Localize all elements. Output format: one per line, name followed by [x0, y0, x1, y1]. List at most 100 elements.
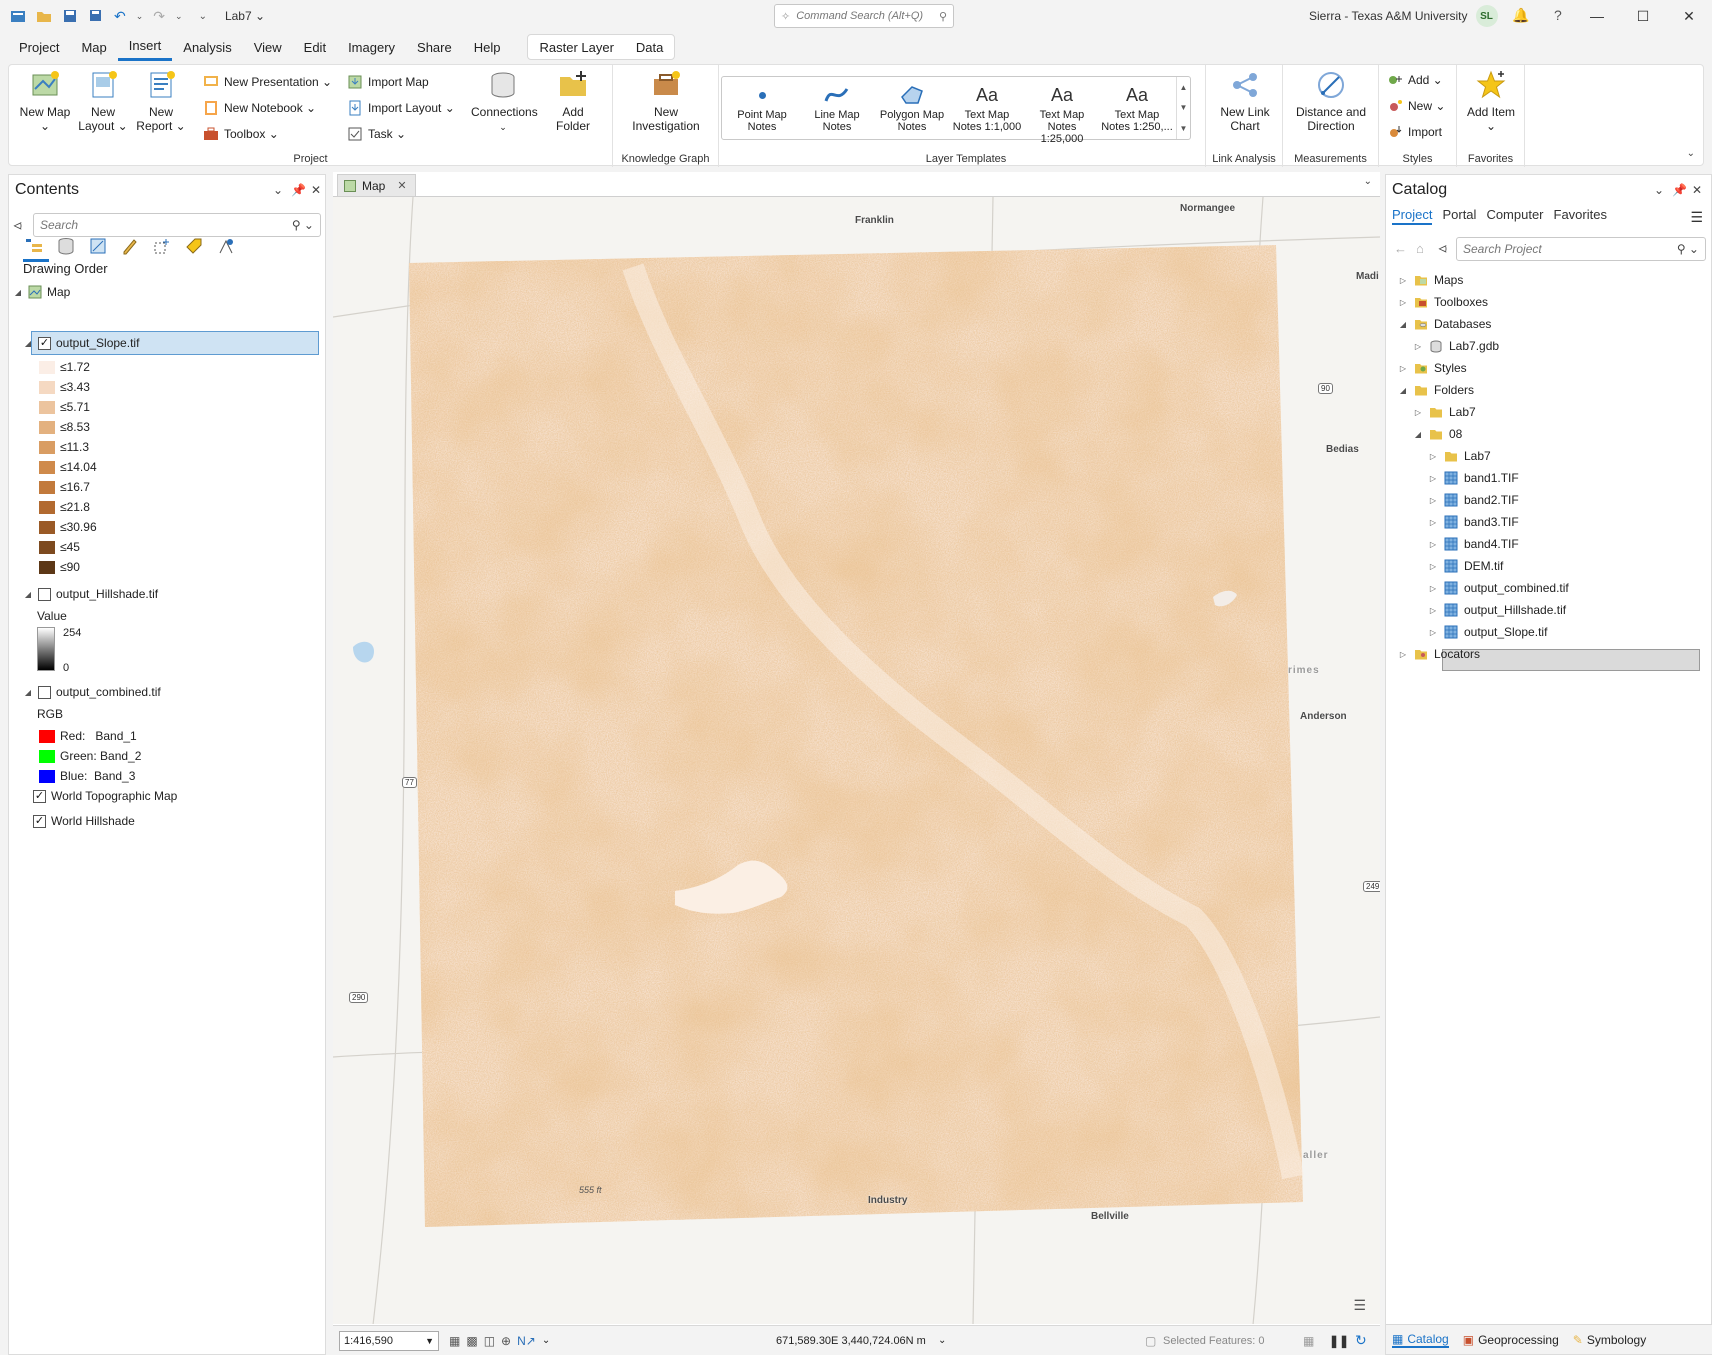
- slope-legend-item[interactable]: ≤3.43: [39, 380, 90, 394]
- list-by-labeling-icon[interactable]: [185, 237, 203, 255]
- pin-icon[interactable]: 📌: [291, 183, 306, 197]
- redo-dropdown-icon[interactable]: ⌄: [175, 11, 183, 22]
- pause-drawing-icon[interactable]: ❚❚: [1329, 1334, 1349, 1348]
- tab-help[interactable]: Help: [463, 32, 512, 62]
- refresh-pause-icon[interactable]: ▦: [1303, 1334, 1314, 1348]
- tab-analysis[interactable]: Analysis: [172, 32, 242, 62]
- catalog-item[interactable]: ▷ Lab7.gdb: [1413, 339, 1499, 353]
- catalog-item[interactable]: ▷ band2.TIF: [1428, 493, 1519, 507]
- expand-icon[interactable]: ▷: [1428, 452, 1438, 461]
- gallery-down-icon[interactable]: ▼: [1180, 103, 1188, 112]
- tab-catalog-favorites[interactable]: Favorites: [1554, 207, 1607, 225]
- expand-icon[interactable]: ▷: [1413, 342, 1423, 351]
- rgb-band-item[interactable]: Red: Band_1: [39, 729, 137, 743]
- tab-map[interactable]: Map: [70, 32, 117, 62]
- undo-dropdown-icon[interactable]: ⌄: [136, 11, 144, 22]
- map-node[interactable]: ◢ Map: [13, 285, 70, 299]
- style-add-button[interactable]: Add ⌄: [1387, 69, 1443, 91]
- catalog-item[interactable]: ◢ Databases: [1398, 317, 1491, 331]
- snapping-icon[interactable]: ◫: [484, 1334, 495, 1348]
- close-window-icon[interactable]: ✕: [1666, 0, 1712, 32]
- style-import-button[interactable]: Import: [1387, 121, 1442, 143]
- slope-legend-item[interactable]: ≤5.71: [39, 400, 90, 414]
- constraint-icon[interactable]: ⊕: [501, 1334, 511, 1348]
- catalog-item[interactable]: ▷ output_combined.tif: [1428, 581, 1569, 595]
- expand-icon[interactable]: ▷: [1428, 496, 1438, 505]
- maximize-icon[interactable]: ☐: [1620, 0, 1666, 32]
- view-options-icon[interactable]: ⌄: [1364, 176, 1372, 187]
- catalog-item[interactable]: ▷ Lab7: [1428, 449, 1491, 463]
- layer-output-slope[interactable]: ◢ ✓ output_Slope.tif: [23, 336, 139, 350]
- close-pane-icon[interactable]: ✕: [311, 183, 321, 197]
- scale-selector[interactable]: 1:416,590 ▼: [339, 1330, 439, 1351]
- polygon-map-notes-template[interactable]: Polygon Map Notes: [876, 81, 948, 133]
- catalog-item[interactable]: ▷ band4.TIF: [1428, 537, 1519, 551]
- catalog-item[interactable]: ▷ band3.TIF: [1428, 515, 1519, 529]
- list-by-selection-icon[interactable]: [89, 237, 107, 255]
- tab-raster-layer[interactable]: Raster Layer: [528, 32, 624, 62]
- catalog-item[interactable]: ▷ Lab7: [1413, 405, 1476, 419]
- expand-icon[interactable]: ▷: [1398, 650, 1408, 659]
- expand-icon[interactable]: ▷: [1428, 474, 1438, 483]
- slope-legend-item[interactable]: ≤11.3: [39, 440, 89, 454]
- text-map-notes-1k-template[interactable]: Aa Text Map Notes 1:1,000: [951, 81, 1023, 133]
- distance-direction-button[interactable]: Distance and Direction: [1291, 69, 1371, 133]
- new-link-chart-button[interactable]: New Link Chart: [1214, 69, 1276, 133]
- text-map-notes-250k-template[interactable]: Aa Text Map Notes 1:250,...: [1101, 81, 1173, 133]
- collapse-icon[interactable]: ◢: [1398, 320, 1408, 329]
- expand-icon[interactable]: ▷: [1398, 298, 1408, 307]
- catalog-item[interactable]: ▷ Maps: [1398, 273, 1463, 287]
- tab-catalog-portal[interactable]: Portal: [1442, 207, 1476, 225]
- status-options-icon[interactable]: ⌄: [542, 1335, 550, 1346]
- new-investigation-button[interactable]: New Investigation: [621, 69, 711, 133]
- expand-icon[interactable]: ▷: [1413, 408, 1423, 417]
- close-tab-icon[interactable]: ✕: [397, 179, 406, 192]
- catalog-menu-icon[interactable]: ☰: [1690, 209, 1703, 226]
- layer-visibility-checkbox[interactable]: ✓: [33, 814, 46, 828]
- list-by-editing-icon[interactable]: [121, 237, 139, 255]
- tab-edit[interactable]: Edit: [293, 32, 337, 62]
- avatar[interactable]: SL: [1475, 5, 1498, 27]
- toolbox-button[interactable]: Toolbox ⌄: [203, 123, 279, 145]
- catalog-item[interactable]: ▷ Styles: [1398, 361, 1467, 375]
- new-report-button[interactable]: New Report ⌄: [133, 69, 189, 133]
- user-account[interactable]: Sierra - Texas A&M University SL: [1309, 0, 1498, 32]
- save-as-icon[interactable]: [88, 8, 104, 24]
- minimize-icon[interactable]: —: [1574, 0, 1620, 32]
- rgb-band-item[interactable]: Blue: Band_3: [39, 769, 135, 783]
- connections-button[interactable]: Connections ⌄: [471, 69, 538, 134]
- expand-icon[interactable]: ▷: [1428, 628, 1438, 637]
- close-pane-icon[interactable]: ✕: [1692, 183, 1702, 197]
- catalog-item[interactable]: ◢ Folders: [1398, 383, 1474, 397]
- slope-legend-item[interactable]: ≤21.8: [39, 500, 90, 514]
- notifications-icon[interactable]: 🔔: [1512, 7, 1529, 24]
- customize-toolbar-icon[interactable]: ⌄: [199, 11, 207, 22]
- slope-legend-item[interactable]: ≤1.72: [39, 360, 90, 374]
- new-layout-button[interactable]: New Layout ⌄: [75, 69, 131, 133]
- undo-icon[interactable]: ↶: [114, 8, 126, 25]
- expand-icon[interactable]: ▷: [1398, 276, 1408, 285]
- north-arrow-icon[interactable]: N↗: [517, 1334, 536, 1348]
- project-title[interactable]: Lab7 ⌄: [225, 9, 265, 23]
- slope-legend-item[interactable]: ≤8.53: [39, 420, 90, 434]
- expand-icon[interactable]: ▷: [1428, 606, 1438, 615]
- catalog-item[interactable]: ▷ Locators: [1398, 647, 1480, 661]
- expand-icon[interactable]: ▷: [1428, 584, 1438, 593]
- expand-icon[interactable]: ▷: [1398, 364, 1408, 373]
- filter-icon[interactable]: ⏿: [13, 217, 22, 233]
- layer-output-hillshade[interactable]: ◢ output_Hillshade.tif: [23, 587, 158, 601]
- list-by-source-icon[interactable]: [57, 237, 75, 255]
- catalog-item[interactable]: ▷ DEM.tif: [1428, 559, 1503, 573]
- refresh-icon[interactable]: ↻: [1355, 1332, 1367, 1349]
- map-tips-icon[interactable]: ☰: [1353, 1297, 1366, 1314]
- collapse-icon[interactable]: ◢: [23, 590, 33, 599]
- pane-options-icon[interactable]: ⌄: [273, 183, 283, 197]
- gallery-expand-icon[interactable]: ▼: [1180, 124, 1188, 133]
- tab-project[interactable]: Project: [8, 32, 70, 62]
- tab-catalog-computer[interactable]: Computer: [1486, 207, 1543, 225]
- gallery-up-icon[interactable]: ▲: [1180, 83, 1188, 92]
- rgb-band-item[interactable]: Green: Band_2: [39, 749, 141, 763]
- expand-icon[interactable]: ▷: [1428, 562, 1438, 571]
- layer-world-hillshade[interactable]: ✓ World Hillshade: [33, 814, 135, 828]
- slope-legend-item[interactable]: ≤45: [39, 540, 80, 554]
